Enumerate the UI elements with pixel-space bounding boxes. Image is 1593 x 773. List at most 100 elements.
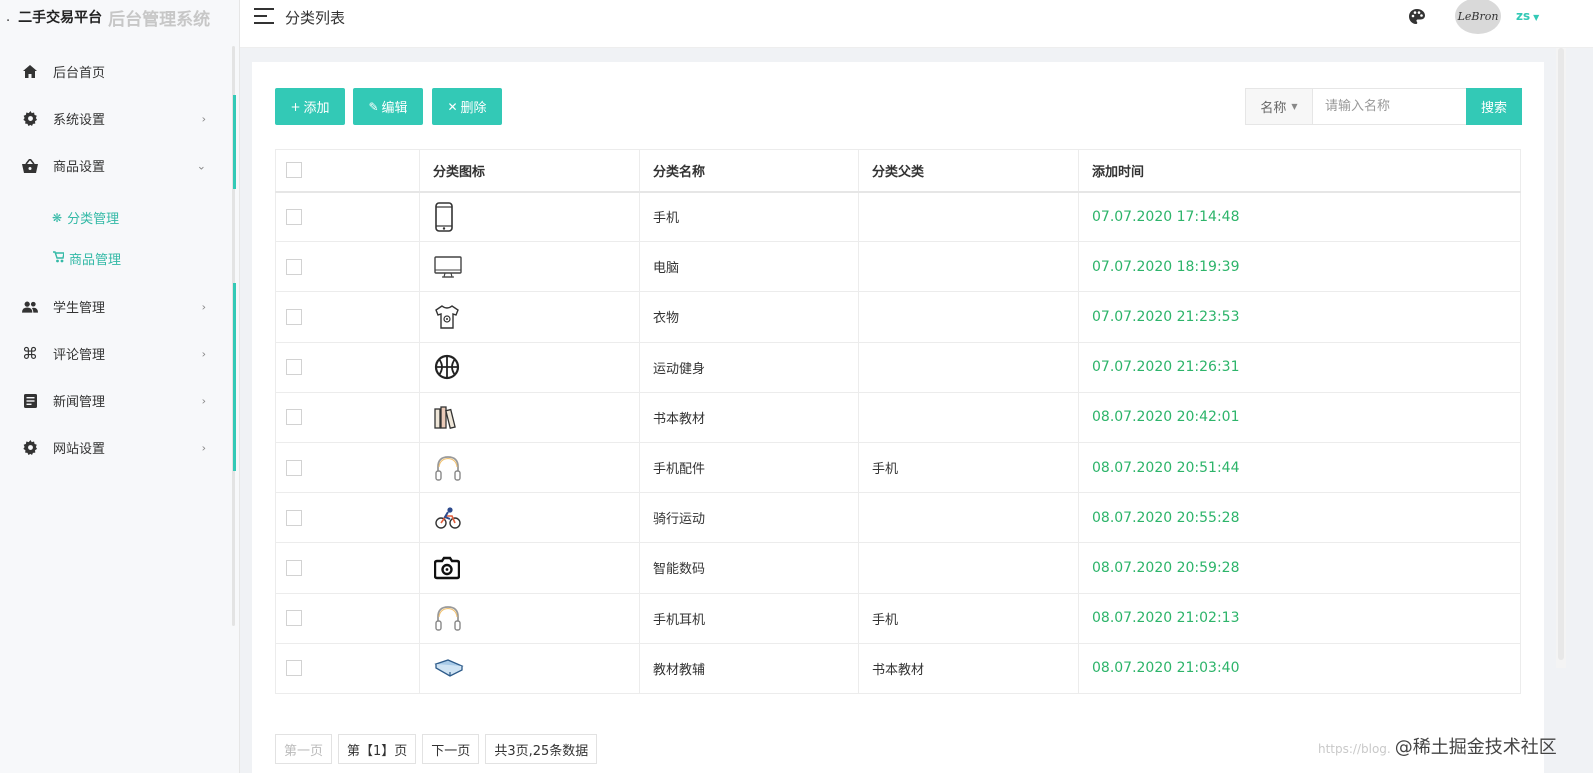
- table-row[interactable]: 运动健身 07.07.2020 21:26:31: [275, 341, 1521, 393]
- row-select-cell: [275, 291, 420, 343]
- sidebar-item-goods-settings[interactable]: 商品设置 ⌄: [0, 142, 236, 189]
- table-row[interactable]: 电脑 07.07.2020 18:19:39: [275, 241, 1521, 293]
- category-icon-cell: [419, 592, 640, 644]
- avatar[interactable]: LeBron: [1455, 0, 1501, 34]
- table-row[interactable]: 骑行运动 08.07.2020 20:55:28: [275, 492, 1521, 544]
- column-header-name: 分类名称: [639, 149, 859, 193]
- sidebar-item-students[interactable]: 学生管理 ›: [0, 283, 236, 330]
- pagination: 第一页 第【1】页 下一页 共3页,25条数据: [275, 734, 598, 764]
- table-row[interactable]: 书本教材 08.07.2020 20:42:01: [275, 391, 1521, 443]
- current-page-indicator[interactable]: 第【1】页: [338, 734, 417, 764]
- category-icon-cell: [419, 241, 640, 293]
- sidebar-subitem-goods[interactable]: 商品管理: [0, 238, 236, 279]
- sidebar-item-site-settings[interactable]: 网站设置 ›: [0, 424, 236, 471]
- sidebar-item-news[interactable]: 新闻管理 ›: [0, 377, 236, 424]
- row-checkbox[interactable]: [286, 459, 302, 476]
- search-button[interactable]: 搜索: [1466, 88, 1522, 125]
- sidebar-item-label: 网站设置: [53, 442, 106, 457]
- category-name: 手机: [639, 190, 859, 243]
- delete-button[interactable]: ✕ 删除: [432, 88, 502, 125]
- add-button[interactable]: + 添加: [275, 88, 345, 125]
- sidebar-subitem-category[interactable]: ❋ 分类管理: [0, 197, 236, 238]
- row-checkbox[interactable]: [286, 409, 302, 426]
- tshirt-icon: [435, 305, 459, 329]
- sidebar-item-label: 系统设置: [53, 113, 106, 128]
- search-input[interactable]: [1313, 89, 1466, 124]
- row-select-cell: [275, 190, 420, 243]
- close-icon: ✕: [447, 99, 458, 114]
- table-row[interactable]: 手机配件 手机 08.07.2020 20:51:44: [275, 441, 1521, 494]
- sidebar-item-label: 学生管理: [53, 301, 106, 316]
- category-time: 07.07.2020 18:19:39: [1078, 241, 1521, 293]
- books-icon: [434, 406, 456, 430]
- row-checkbox[interactable]: [286, 359, 302, 376]
- category-name: 电脑: [639, 241, 859, 293]
- caret-down-icon: ▼: [1291, 102, 1298, 111]
- select-all-checkbox[interactable]: [286, 162, 302, 179]
- monitor-icon: [434, 256, 462, 278]
- page-title: 分类列表: [285, 9, 346, 27]
- table-row[interactable]: 智能数码 08.07.2020 20:59:28: [275, 542, 1521, 594]
- sidebar-item-system-settings[interactable]: 系统设置 ›: [0, 95, 236, 142]
- goods-submenu: ❋ 分类管理 商品管理: [0, 189, 236, 283]
- category-name: 手机耳机: [639, 592, 859, 644]
- row-checkbox[interactable]: [286, 509, 302, 526]
- menu-toggle-icon[interactable]: [254, 8, 274, 24]
- chevron-right-icon: ›: [201, 347, 206, 360]
- row-checkbox[interactable]: [286, 208, 302, 225]
- user-name: zs: [1516, 9, 1531, 23]
- watermark-brand: @稀土掘金技术社区: [1394, 737, 1557, 758]
- category-name: 运动健身: [639, 341, 859, 393]
- category-time: 07.07.2020 21:23:53: [1078, 291, 1521, 343]
- category-name: 智能数码: [639, 542, 859, 594]
- chevron-right-icon: ›: [201, 394, 206, 407]
- table-row[interactable]: 手机耳机 手机 08.07.2020 21:02:13: [275, 592, 1521, 644]
- row-checkbox[interactable]: [286, 559, 302, 576]
- row-select-cell: [275, 341, 420, 393]
- first-page-button[interactable]: 第一页: [275, 734, 333, 764]
- users-icon: [22, 299, 38, 315]
- chevron-right-icon: ›: [201, 112, 206, 125]
- row-checkbox[interactable]: [286, 258, 302, 275]
- category-icon-cell: [419, 492, 640, 544]
- category-name: 衣物: [639, 291, 859, 343]
- plus-icon: +: [290, 99, 301, 114]
- palette-icon[interactable]: [1408, 8, 1426, 26]
- open-book-icon: [434, 659, 464, 678]
- row-checkbox[interactable]: [286, 610, 302, 627]
- page-summary: 共3页,25条数据: [485, 734, 598, 764]
- gear-icon: [22, 111, 38, 127]
- sidebar-item-comments[interactable]: ⌘ 评论管理 ›: [0, 330, 236, 377]
- table-row[interactable]: 衣物 07.07.2020 21:23:53: [275, 291, 1521, 343]
- category-name: 骑行运动: [639, 492, 859, 544]
- headphones-icon: [435, 455, 461, 481]
- search-field-select[interactable]: 名称 ▼: [1246, 89, 1313, 124]
- sidebar-item-label: 商品设置: [53, 160, 106, 175]
- table-row[interactable]: 手机 07.07.2020 17:14:48: [275, 190, 1521, 243]
- asterisk-icon: ❋: [52, 210, 63, 225]
- user-menu[interactable]: zs ▼: [1516, 9, 1539, 23]
- watermark: https://blog. @稀土掘金技术社区: [1318, 733, 1557, 759]
- row-checkbox[interactable]: [286, 660, 302, 677]
- category-table: 分类图标 分类名称 分类父类 添加时间 手机 07.07.2020 17:14:…: [275, 149, 1521, 694]
- camera-icon: [434, 556, 460, 580]
- sidebar-item-home[interactable]: 后台首页: [0, 48, 236, 95]
- column-header-icon: 分类图标: [419, 149, 640, 193]
- table-row[interactable]: 教材教辅 书本教材 08.07.2020 21:03:40: [275, 642, 1521, 694]
- headphones-icon: [435, 606, 461, 631]
- main-scrollbar[interactable]: [1556, 48, 1566, 668]
- sidebar-item-label: 后台首页: [53, 66, 106, 81]
- category-icon-cell: [419, 542, 640, 594]
- category-time: 07.07.2020 21:26:31: [1078, 341, 1521, 393]
- command-icon: ⌘: [22, 344, 38, 363]
- row-select-cell: [275, 441, 420, 494]
- row-checkbox[interactable]: [286, 308, 302, 325]
- category-parent: [858, 190, 1079, 243]
- category-icon-cell: [419, 391, 640, 443]
- search-field-label: 名称: [1260, 101, 1287, 116]
- sidebar-menu: 后台首页 系统设置 › 商品设置 ⌄ ❋ 分类管理 商品管理 学生管理 › ⌘ …: [0, 48, 236, 471]
- scrollbar-thumb[interactable]: [1558, 48, 1564, 660]
- next-page-button[interactable]: 下一页: [422, 734, 480, 764]
- row-select-cell: [275, 241, 420, 293]
- edit-button[interactable]: ✎ 编辑: [353, 88, 423, 125]
